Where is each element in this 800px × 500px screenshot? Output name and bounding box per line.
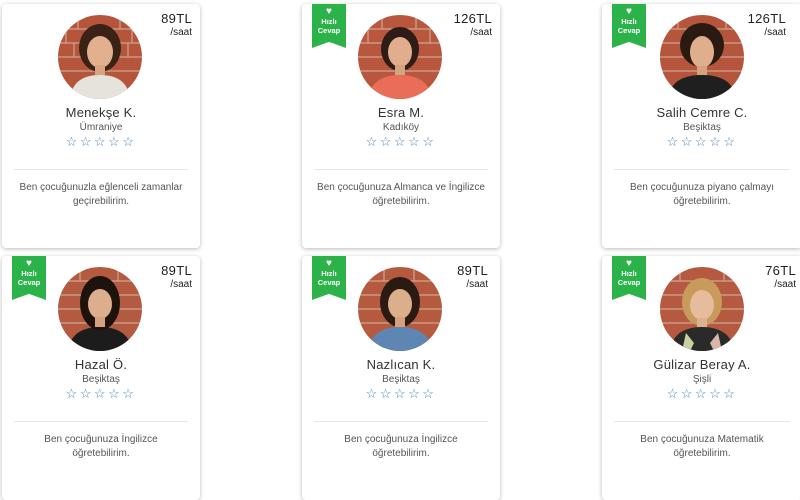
price: 89TL /saat	[161, 263, 192, 290]
avatar[interactable]	[58, 267, 142, 351]
divider	[314, 169, 488, 170]
divider	[14, 169, 188, 170]
avatar[interactable]	[358, 267, 442, 351]
rating-stars: ☆☆☆☆☆	[666, 386, 738, 401]
caregiver-description: Ben çocuğunuza piyano çalmayı öğretebili…	[630, 182, 774, 207]
rating-stars: ☆☆☆☆☆	[365, 134, 437, 149]
price: 76TL /saat	[765, 263, 796, 290]
avatar[interactable]	[660, 267, 744, 351]
divider	[14, 421, 188, 422]
price-amount: 89TL	[161, 11, 192, 26]
caregiver-name[interactable]: Menekşe K.	[2, 105, 200, 120]
caregiver-location: Ümraniye	[79, 122, 123, 133]
fast-reply-badge: ♥ Hızlı Cevap	[612, 256, 646, 300]
price-unit: /saat	[774, 279, 796, 290]
price-amount: 89TL	[457, 263, 488, 278]
divider	[614, 421, 790, 422]
price-unit: /saat	[764, 27, 786, 38]
price: 126TL /saat	[454, 11, 492, 38]
price-unit: /saat	[170, 279, 192, 290]
price-amount: 89TL	[161, 263, 192, 278]
fast-reply-badge: ♥ Hızlı Cevap	[312, 4, 346, 48]
heart-icon: ♥	[26, 258, 32, 269]
heart-icon: ♥	[326, 258, 332, 269]
fast-reply-label: Hızlı Cevap	[317, 269, 341, 287]
price: 126TL /saat	[748, 11, 786, 38]
avatar[interactable]	[58, 15, 142, 99]
fast-reply-label: Hızlı Cevap	[617, 17, 641, 35]
caregiver-name[interactable]: Hazal Ö.	[2, 357, 200, 372]
avatar[interactable]	[660, 15, 744, 99]
heart-icon: ♥	[626, 258, 632, 269]
price-amount: 126TL	[747, 11, 786, 26]
caregiver-description: Ben çocuğunuzla eğlenceli zamanlar geçir…	[19, 182, 183, 207]
rating-stars: ☆☆☆☆☆	[65, 134, 137, 149]
caregiver-location: Beşiktaş	[82, 374, 120, 385]
rating-stars: ☆☆☆☆☆	[365, 386, 437, 401]
rating-stars: ☆☆☆☆☆	[65, 386, 137, 401]
caregiver-name[interactable]: Esra M.	[302, 105, 500, 120]
caregiver-card[interactable]: ♥ Hızlı Cevap 89TL /saat Nazlıcan K. Beş…	[302, 256, 500, 500]
heart-icon: ♥	[626, 6, 632, 17]
caregiver-location: Beşiktaş	[382, 374, 420, 385]
price: 89TL /saat	[161, 11, 192, 38]
fast-reply-label: Hızlı Cevap	[17, 269, 41, 287]
fast-reply-badge: ♥ Hızlı Cevap	[312, 256, 346, 300]
caregiver-description: Ben çocuğunuza Almanca ve İngilizce öğre…	[317, 182, 485, 207]
caregiver-card[interactable]: ♥ Hızlı Cevap 126TL /saat Salih Cemre C.…	[602, 4, 800, 248]
price-amount: 76TL	[765, 263, 796, 278]
fast-reply-badge: ♥ Hızlı Cevap	[12, 256, 46, 300]
caregiver-location: Beşiktaş	[683, 122, 721, 133]
caregiver-card[interactable]: ♥ Hızlı Cevap 76TL /saat Gülizar Beray A…	[602, 256, 800, 500]
caregiver-name[interactable]: Gülizar Beray A.	[602, 357, 800, 372]
divider	[314, 421, 488, 422]
divider	[614, 169, 790, 170]
caregiver-name[interactable]: Salih Cemre C.	[602, 105, 800, 120]
price: 89TL /saat	[457, 263, 488, 290]
caregiver-description: Ben çocuğunuza İngilizce öğretebilirim.	[344, 434, 458, 459]
fast-reply-label: Hızlı Cevap	[317, 17, 341, 35]
price-unit: /saat	[466, 279, 488, 290]
caregiver-card[interactable]: ♥ Hızlı Cevap 126TL /saat Esra M. Kadıkö…	[302, 4, 500, 248]
price-unit: /saat	[170, 27, 192, 38]
caregiver-location: Şişli	[692, 374, 712, 385]
caregiver-card[interactable]: 89TL /saat Menekşe K. Ümraniye ☆☆☆☆☆ Ben…	[2, 4, 200, 248]
fast-reply-label: Hızlı Cevap	[617, 269, 641, 287]
avatar[interactable]	[358, 15, 442, 99]
fast-reply-badge: ♥ Hızlı Cevap	[612, 4, 646, 48]
heart-icon: ♥	[326, 6, 332, 17]
caregiver-description: Ben çocuğunuza İngilizce öğretebilirim.	[44, 434, 158, 459]
caregiver-description: Ben çocuğunuza Matematik öğretebilirim.	[640, 434, 764, 459]
rating-stars: ☆☆☆☆☆	[666, 134, 738, 149]
price-unit: /saat	[470, 27, 492, 38]
caregiver-location: Kadıköy	[382, 122, 420, 133]
caregiver-card[interactable]: ♥ Hızlı Cevap 89TL /saat Hazal Ö. Beşikt…	[2, 256, 200, 500]
caregiver-name[interactable]: Nazlıcan K.	[302, 357, 500, 372]
price-amount: 126TL	[453, 11, 492, 26]
